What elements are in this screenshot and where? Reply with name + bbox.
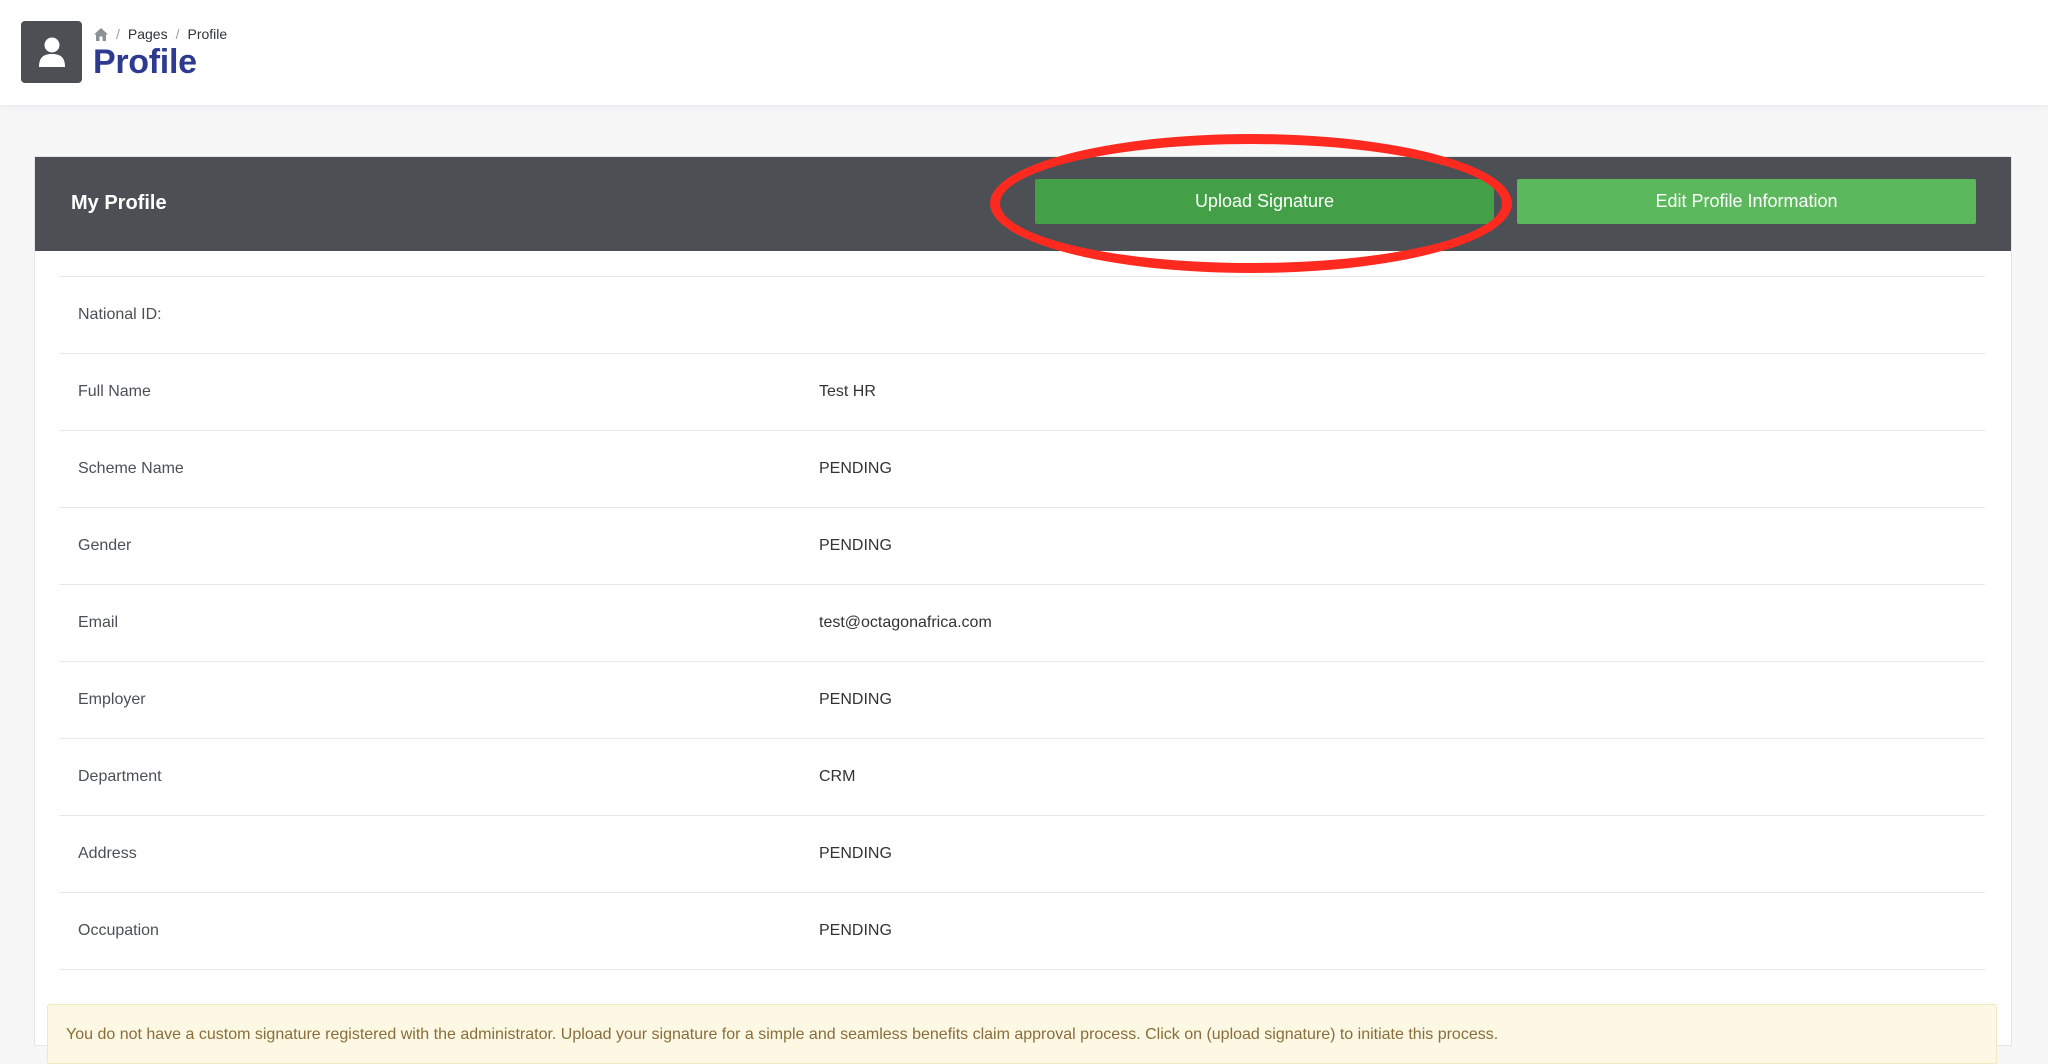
top-bar: / Pages / Profile Profile [0, 0, 2048, 106]
profile-row-national-id: National ID: [59, 277, 1985, 354]
row-value: Test HR [819, 383, 876, 400]
profile-row-address: Address PENDING [59, 816, 1985, 893]
profile-row-full-name: Full Name Test HR [59, 354, 1985, 431]
profile-details-list: National ID: Full Name Test HR Scheme Na… [59, 276, 1985, 970]
breadcrumb-item-profile: Profile [187, 26, 228, 42]
page-avatar [21, 21, 82, 83]
row-label: Department [78, 768, 162, 785]
row-label: Occupation [78, 922, 159, 939]
upload-signature-button[interactable]: Upload Signature [1035, 179, 1494, 224]
row-label: National ID: [78, 306, 162, 323]
breadcrumb-item-pages[interactable]: Pages [128, 26, 168, 42]
row-label: Employer [78, 691, 146, 708]
user-icon [39, 37, 65, 67]
profile-row-employer: Employer PENDING [59, 662, 1985, 739]
row-label: Gender [78, 537, 132, 554]
signature-alert: You do not have a custom signature regis… [47, 1004, 1997, 1064]
profile-row-gender: Gender PENDING [59, 508, 1985, 585]
row-value: PENDING [819, 691, 892, 708]
profile-card: My Profile Upload Signature Edit Profile… [34, 134, 2012, 1046]
profile-row-email: Email test@octagonafrica.com [59, 585, 1985, 662]
card-title: My Profile [71, 192, 167, 214]
alert-text: You do not have a custom signature regis… [66, 1026, 1499, 1043]
page-title: Profile [93, 43, 197, 81]
row-value: PENDING [819, 537, 892, 554]
row-value: PENDING [819, 845, 892, 862]
row-label: Full Name [78, 383, 151, 400]
row-value: PENDING [819, 460, 892, 477]
row-label: Address [78, 845, 137, 862]
breadcrumb-separator: / [116, 26, 120, 42]
row-label: Email [78, 614, 119, 631]
profile-row-occupation: Occupation PENDING [59, 893, 1985, 970]
profile-row-department: Department CRM [59, 739, 1985, 816]
home-icon[interactable] [94, 27, 108, 41]
breadcrumb-separator: / [175, 26, 180, 42]
edit-profile-button[interactable]: Edit Profile Information [1517, 179, 1976, 224]
row-value: CRM [819, 768, 856, 785]
row-label: Scheme Name [78, 460, 184, 477]
profile-row-scheme-name: Scheme Name PENDING [59, 431, 1985, 508]
card-header: My Profile Upload Signature Edit Profile… [35, 134, 2011, 273]
row-value: test@octagonafrica.com [819, 614, 992, 631]
row-value: PENDING [819, 922, 892, 939]
breadcrumb: / Pages / Profile [94, 25, 227, 43]
